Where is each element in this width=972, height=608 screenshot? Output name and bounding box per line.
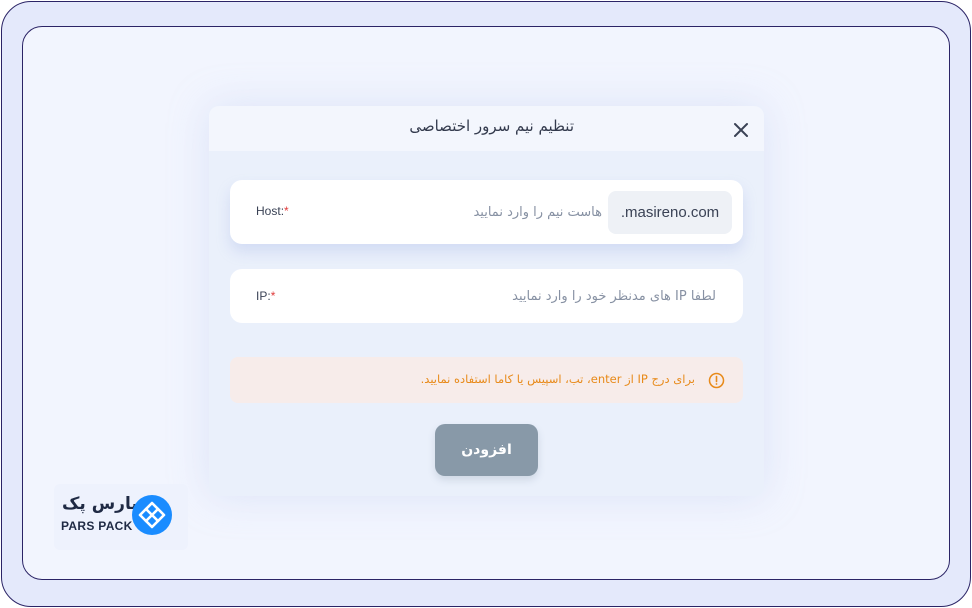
logo-text-en: PARS PACK (61, 519, 133, 533)
ip-input[interactable] (410, 284, 716, 308)
parspack-logo-icon (131, 494, 173, 536)
add-button[interactable]: افزودن (435, 424, 538, 476)
logo-text-fa: پارس پک (62, 494, 138, 514)
ip-label: IP:* (256, 289, 276, 303)
info-circle-icon (708, 372, 725, 389)
host-label: Host:* (256, 204, 289, 218)
parspack-logo: پارس پک PARS PACK (54, 484, 188, 550)
dialog-header: تنظیم نیم سرور اختصاصی (209, 106, 764, 151)
close-icon[interactable] (731, 120, 751, 140)
dialog-title: تنظیم نیم سرور اختصاصی (409, 117, 574, 135)
info-alert: برای درج IP از enter، تب، اسپیس یا کاما … (230, 357, 743, 403)
domain-suffix: .masireno.com (608, 191, 732, 234)
alert-text: برای درج IP از enter، تب، اسپیس یا کاما … (420, 372, 695, 386)
host-field: Host:* .masireno.com (230, 180, 743, 244)
nameserver-dialog: تنظیم نیم سرور اختصاصی Host:* .masireno.… (209, 106, 764, 496)
host-input[interactable] (410, 200, 602, 224)
ip-field: IP:* (230, 269, 743, 323)
